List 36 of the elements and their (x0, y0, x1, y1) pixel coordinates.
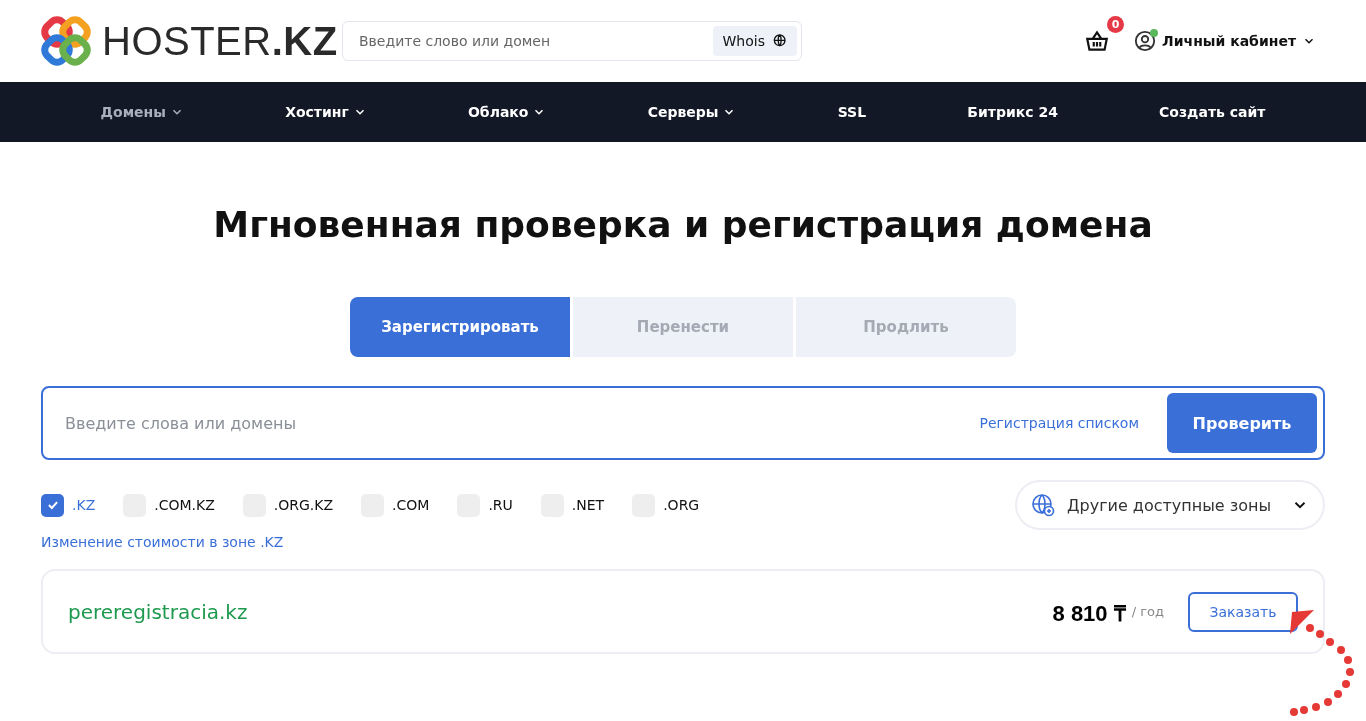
other-zones-dropdown[interactable]: Другие доступные зоны (1015, 480, 1325, 530)
zone-checkbox-label[interactable]: .ORG.KZ (242, 493, 334, 517)
order-button[interactable]: Заказать (1188, 591, 1298, 632)
domain-search-field[interactable]: Введите слова или домены Регистрация списком Проверить (41, 386, 1325, 460)
zone-checkbox-label[interactable]: .RU (457, 493, 513, 517)
zone-checkbox-label[interactable]: .COM.KZ (123, 493, 215, 517)
nav-item[interactable]: Домены (100, 104, 184, 120)
whois-button[interactable]: Whois (712, 26, 797, 56)
nav-item[interactable]: Серверы (647, 104, 737, 120)
basket-icon[interactable] (1084, 28, 1111, 54)
logo-text[interactable]: HOSTER.KZ (102, 18, 338, 64)
logo-icon (40, 15, 92, 67)
zone-checkbox-label[interactable]: .NET (540, 493, 605, 517)
cart-count-badge: 0 (1107, 16, 1125, 33)
nav-item[interactable]: SSL (837, 104, 867, 120)
price: 8 810 ₸ (1052, 599, 1126, 627)
list-registration-link[interactable]: Регистрация списком (979, 415, 1139, 431)
checkbox[interactable] (41, 493, 64, 517)
globe-icon (771, 33, 787, 49)
user-icon (1134, 30, 1157, 52)
nav-item[interactable]: Создать сайт (1159, 104, 1266, 120)
nav-item[interactable]: Хостинг (285, 104, 367, 120)
period-label: / год (1131, 604, 1164, 619)
zone-checkbox-label[interactable]: .COM (361, 493, 430, 517)
domain-name: pereregistracia.kz (68, 599, 248, 624)
zone-checkbox-label[interactable]: .ORG (632, 493, 700, 517)
price-change-link[interactable]: Изменение стоимости в зоне .KZ (41, 534, 284, 550)
page-title: Мгновенная проверка и регистрация домена (213, 204, 1153, 245)
account-button[interactable]: Личный кабинет (1134, 30, 1316, 52)
nav-item[interactable]: Облако (467, 104, 547, 120)
globe-icon (1031, 493, 1055, 517)
tab[interactable]: Зарегистрировать (350, 297, 570, 357)
zone-checkbox-label[interactable]: .KZ (41, 493, 96, 517)
nav-item[interactable]: Битрикс 24 (967, 104, 1058, 120)
check-button[interactable]: Проверить (1167, 393, 1317, 453)
search-field[interactable]: Введите слово или домен Whois (342, 21, 802, 61)
